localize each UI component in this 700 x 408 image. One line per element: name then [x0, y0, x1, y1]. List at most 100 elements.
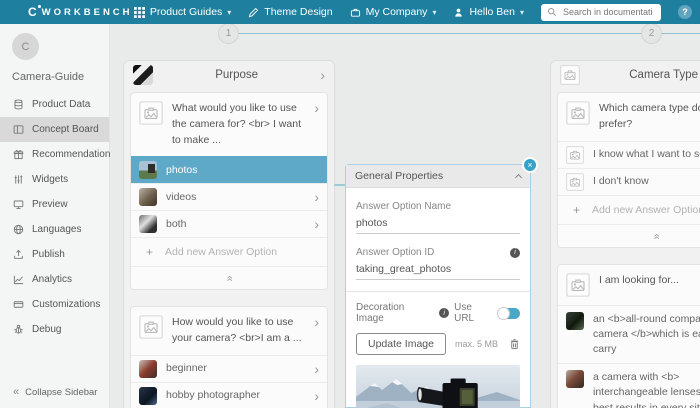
- double-chevron-up-icon: «: [224, 276, 235, 282]
- chevron-right-icon[interactable]: ›: [314, 389, 319, 403]
- question-row[interactable]: I am looking for...: [558, 265, 700, 305]
- sidebar-item-debug[interactable]: Debug: [0, 317, 109, 342]
- menu-hello-ben[interactable]: Hello Ben: [453, 6, 524, 18]
- plus-icon: [573, 203, 580, 217]
- chevron-right-icon[interactable]: ›: [320, 68, 325, 82]
- answer-option-name-field[interactable]: photos: [356, 212, 520, 234]
- answer-label: an <b>all-round compact camera </b>which…: [593, 312, 700, 358]
- question-row[interactable]: Which camera type do you prefer?: [558, 93, 700, 141]
- use-url-toggle[interactable]: [499, 308, 520, 319]
- chevron-up-icon[interactable]: [515, 174, 522, 181]
- image-placeholder-icon: [139, 101, 163, 125]
- answer-row-interchangeable-lenses[interactable]: a camera with <b> interchangeable lenses…: [558, 363, 700, 408]
- answer-row-hobby-photographer[interactable]: hobby photographer ›: [131, 382, 327, 408]
- question-row[interactable]: How would you like to use your camera? <…: [131, 307, 327, 355]
- double-chevron-up-icon: «: [651, 233, 662, 239]
- panel-header[interactable]: General Properties: [346, 165, 530, 188]
- grid-icon: [134, 7, 145, 18]
- answer-option-id-field[interactable]: taking_great_photos: [356, 258, 520, 280]
- menu-product-guides[interactable]: Product Guides: [134, 6, 231, 18]
- decoration-image-preview: [356, 365, 520, 408]
- max-size-text: max. 5 MB: [455, 339, 500, 349]
- answer-thumbnail: [139, 387, 157, 405]
- gift-icon: [13, 149, 24, 160]
- image-placeholder-icon: [566, 146, 584, 164]
- question-row[interactable]: What would you like to use the camera fo…: [131, 93, 327, 156]
- sidebar-item-label: Debug: [32, 324, 61, 335]
- chevron-right-icon[interactable]: ›: [314, 101, 319, 115]
- sidebar-item-languages[interactable]: Languages: [0, 217, 109, 242]
- answer-label: videos: [166, 190, 305, 205]
- sidebar-item-concept-board[interactable]: Concept Board: [0, 117, 109, 142]
- field-label-text: Answer Option ID: [356, 247, 434, 258]
- update-image-row: Update Image max. 5 MB: [356, 333, 520, 355]
- chevron-down-icon: [227, 6, 231, 18]
- field-label-text: Answer Option Name: [356, 201, 451, 212]
- answer-row-beginner[interactable]: beginner ›: [131, 355, 327, 382]
- chevron-right-icon[interactable]: ›: [314, 315, 319, 329]
- divider: [346, 291, 530, 292]
- step-connector-line: [662, 33, 700, 34]
- sidebar-item-label: Publish: [32, 249, 65, 260]
- answer-label: a camera with <b> interchangeable lenses…: [593, 370, 700, 408]
- sidebar-item-widgets[interactable]: Widgets: [0, 167, 109, 192]
- menu-my-company[interactable]: My Company: [350, 6, 437, 18]
- sidebar-item-label: Customizations: [32, 299, 100, 310]
- sidebar-item-label: Widgets: [32, 174, 68, 185]
- update-image-button[interactable]: Update Image: [356, 333, 446, 355]
- info-icon[interactable]: i: [439, 308, 449, 318]
- chevron-right-icon[interactable]: ›: [314, 362, 319, 376]
- chevron-right-icon[interactable]: ›: [314, 217, 319, 231]
- step-1-badge[interactable]: 1: [218, 23, 239, 44]
- toggle-knob: [497, 307, 510, 320]
- bug-icon: [13, 324, 24, 335]
- add-answer-option-button[interactable]: Add new Answer Option: [558, 195, 700, 224]
- answer-row-videos[interactable]: videos ›: [131, 183, 327, 210]
- question-text: How would you like to use your camera? <…: [172, 315, 305, 347]
- answer-row-i-dont-know[interactable]: I don't know: [558, 168, 700, 195]
- menu-theme-design[interactable]: Theme Design: [248, 6, 332, 18]
- sidebar-item-analytics[interactable]: Analytics: [0, 267, 109, 292]
- monitor-icon: [13, 199, 24, 210]
- answer-row-both[interactable]: both ›: [131, 210, 327, 237]
- answer-thumbnail: [566, 370, 584, 388]
- collapse-sidebar-button[interactable]: « Collapse Sidebar: [0, 387, 109, 398]
- sidebar: C Camera-Guide Product Data Concept Boar…: [0, 24, 110, 408]
- panel-title: General Properties: [355, 170, 443, 182]
- answer-row-photos[interactable]: photos: [131, 156, 327, 183]
- decoration-image-row: Decoration Image i Use URL: [356, 302, 520, 324]
- project-name: Camera-Guide: [12, 71, 109, 83]
- close-icon[interactable]: ×: [522, 157, 538, 173]
- purpose-card-header[interactable]: Purpose ›: [124, 61, 334, 88]
- image-placeholder-icon: [566, 273, 590, 297]
- add-answer-option-button[interactable]: Add new Answer Option: [131, 237, 327, 266]
- purpose-thumbnail: [133, 65, 153, 85]
- sidebar-item-customizations[interactable]: Customizations: [0, 292, 109, 317]
- card-title: Purpose: [159, 69, 314, 81]
- chevron-right-icon[interactable]: ›: [314, 190, 319, 204]
- pencil-icon: [248, 7, 259, 18]
- question-block: I am looking for... an <b>all-round comp…: [557, 264, 700, 408]
- sidebar-item-preview[interactable]: Preview: [0, 192, 109, 217]
- camera-type-card-header[interactable]: Camera Type ›: [551, 61, 700, 88]
- plus-icon: [146, 245, 153, 259]
- answer-row-i-know[interactable]: I know what I want to select: [558, 141, 700, 168]
- purpose-card: Purpose › What would you like to use the…: [123, 60, 335, 408]
- answer-thumbnail: [139, 188, 157, 206]
- search-input[interactable]: [561, 6, 655, 18]
- info-icon[interactable]: i: [510, 248, 520, 258]
- sidebar-item-product-data[interactable]: Product Data: [0, 92, 109, 117]
- chevron-down-icon: [432, 6, 436, 18]
- collapse-answers-button[interactable]: «: [558, 224, 700, 247]
- answer-row-allround-compact[interactable]: an <b>all-round compact camera </b>which…: [558, 305, 700, 364]
- sidebar-item-publish[interactable]: Publish: [0, 242, 109, 267]
- trash-icon[interactable]: [509, 338, 520, 350]
- help-button[interactable]: ?: [678, 5, 692, 19]
- answer-thumbnail: [139, 215, 157, 233]
- answer-thumbnail: [139, 161, 157, 179]
- sidebar-item-recommendation[interactable]: Recommendation: [0, 142, 109, 167]
- answer-label: both: [166, 217, 305, 232]
- collapse-answers-button[interactable]: «: [131, 266, 327, 289]
- step-2-badge[interactable]: 2: [641, 23, 662, 44]
- documentation-search[interactable]: [541, 4, 661, 21]
